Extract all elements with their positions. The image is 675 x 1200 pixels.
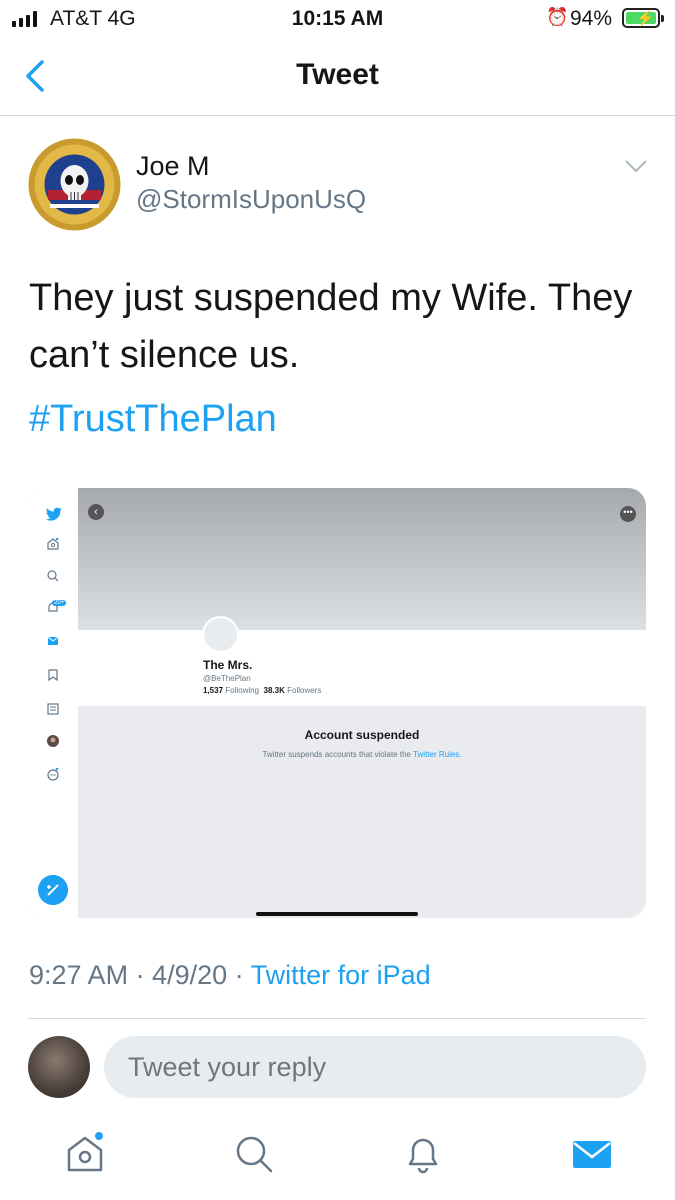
notifications-icon[interactable] (401, 1132, 445, 1176)
rules-link: Twitter Rules. (413, 750, 462, 759)
followers-count: 38.3K (263, 686, 285, 695)
more-options-icon: ••• (620, 506, 636, 522)
suspended-description: Twitter suspends accounts that violate t… (78, 750, 646, 759)
author-handle[interactable]: @StormIsUponUsQ (136, 184, 366, 215)
home-indicator (256, 912, 418, 916)
status-bar: AT&T 4G 10:15 AM ⏰ 94% ⚡ (0, 0, 675, 40)
more-icon (47, 767, 59, 781)
compose-tweet-icon (38, 875, 68, 905)
profile-avatar (202, 616, 239, 653)
following-count: 1,537 (203, 686, 224, 695)
battery-percent: 94% (570, 7, 613, 30)
suspended-text: Twitter suspends accounts that violate t… (262, 750, 414, 759)
messages-icon (47, 636, 59, 645)
page-title: Tweet (296, 58, 379, 91)
profile-banner (78, 488, 646, 630)
nav-bar: Tweet (0, 40, 675, 116)
search-icon[interactable] (232, 1132, 276, 1176)
messages-icon[interactable] (570, 1132, 614, 1176)
embedded-sidebar: 20+ (28, 488, 78, 918)
tweet-meta: 9:27 AM · 4/9/20 · Twitter for iPad (29, 960, 431, 991)
home-icon[interactable] (63, 1132, 107, 1176)
battery-icon: ⚡ (622, 8, 664, 28)
profile-stats: 1,537 Following 38.3K Followers (203, 686, 321, 695)
profile-handle: @BeThePlan (203, 674, 251, 683)
profile-icon (47, 735, 59, 747)
home-icon (47, 537, 59, 550)
hashtag-link[interactable]: #TrustThePlan (29, 398, 277, 441)
avatar[interactable] (28, 138, 121, 231)
lists-icon (47, 703, 59, 715)
bookmark-icon (48, 669, 58, 682)
user-avatar[interactable] (28, 1036, 90, 1098)
reply-input[interactable] (104, 1036, 646, 1098)
followers-label: Followers (287, 686, 322, 695)
twitter-bird-icon (46, 507, 62, 521)
following-label: Following (225, 686, 260, 695)
suspended-title: Account suspended (304, 728, 420, 742)
divider (28, 1018, 646, 1019)
tweet-media-image[interactable]: 20+ ‹ ••• The Mrs. @BeThePlan 1,537 Foll… (28, 488, 646, 918)
alarm-icon: ⏰ (546, 7, 569, 27)
profile-name: The Mrs. (203, 658, 253, 672)
search-icon (47, 570, 59, 582)
tweet-timestamp: 9:27 AM · 4/9/20 · (29, 960, 251, 990)
chevron-down-icon[interactable] (624, 158, 648, 174)
notification-badge: 20+ (52, 600, 67, 606)
profile-header (78, 630, 646, 706)
tweet-source-link[interactable]: Twitter for iPad (251, 960, 431, 990)
tweet-text: They just suspended my Wife. They can’t … (29, 277, 633, 376)
back-icon: ‹ (88, 504, 104, 520)
author-name[interactable]: Joe M (136, 151, 210, 182)
